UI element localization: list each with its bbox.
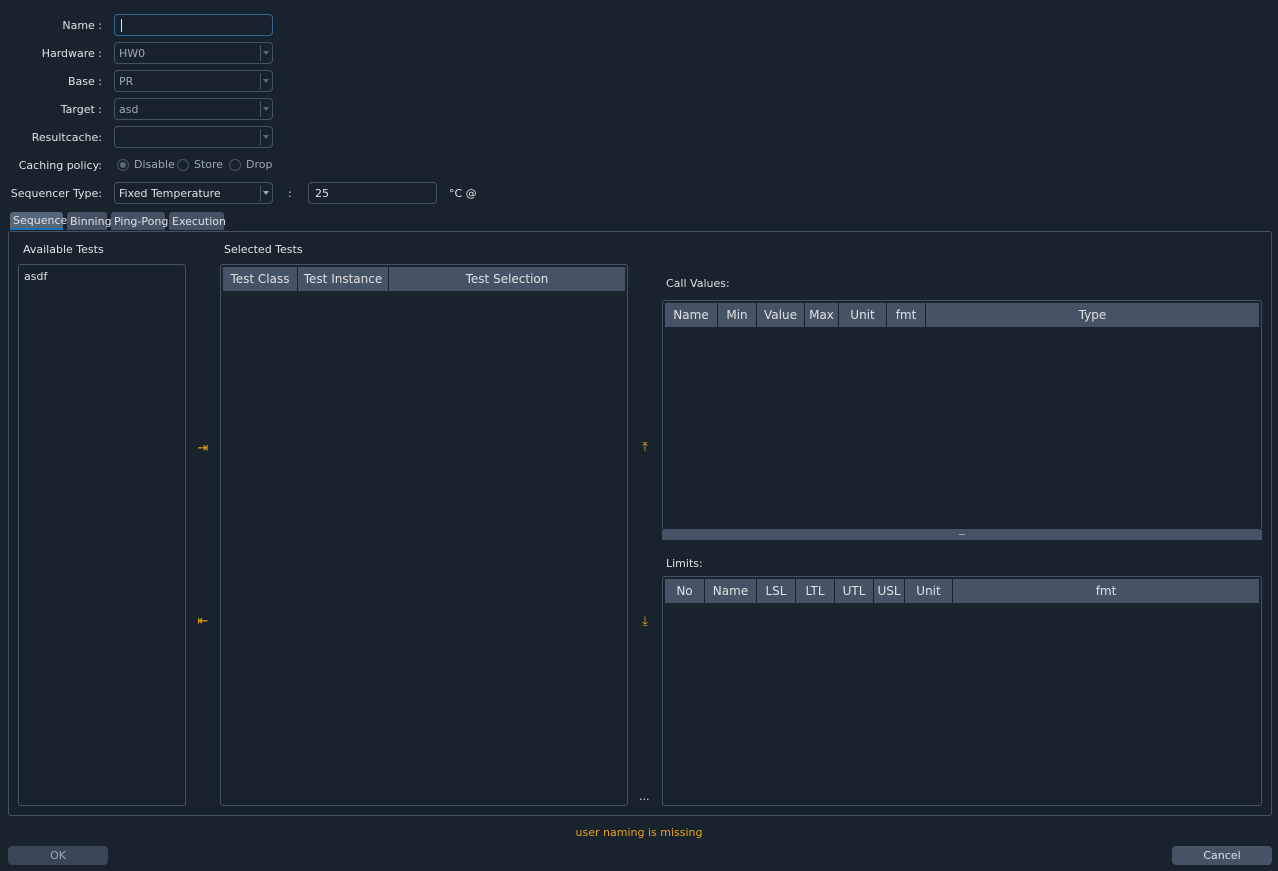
column-header[interactable]: fmt [887, 303, 926, 327]
radio-label: Disable [134, 158, 175, 171]
column-header[interactable]: Value [757, 303, 805, 327]
status-message: user naming is missing [575, 826, 703, 839]
radio-label: Store [194, 158, 224, 171]
selected-tests-header: Test Class Test Instance Test Selection [223, 267, 625, 291]
radio-indicator [229, 158, 241, 171]
column-header[interactable]: Name [665, 303, 718, 327]
column-header[interactable]: LTL [796, 579, 835, 603]
column-header[interactable]: fmt [953, 579, 1259, 603]
radio-indicator [117, 158, 129, 171]
chevron-down-icon [260, 101, 272, 117]
call-values-title: Call Values: [666, 277, 730, 290]
tab-binning[interactable]: Binning [67, 212, 112, 230]
base-value: PR [119, 75, 134, 88]
column-header[interactable]: Test Selection [389, 267, 625, 291]
sequencer-type-label: Sequencer Type: [10, 187, 102, 200]
target-value: asd [119, 103, 139, 116]
column-header[interactable]: Test Class [223, 267, 298, 291]
text-caret [121, 19, 122, 32]
caching-radio-store[interactable]: Store [177, 158, 223, 171]
splitter-handle[interactable] [662, 530, 1262, 540]
move-to-top-icon[interactable]: ⤒ [638, 440, 652, 455]
tab-sequence[interactable]: Sequence [10, 212, 67, 230]
column-header[interactable]: Type [926, 303, 1259, 327]
chevron-down-icon [260, 73, 272, 89]
column-header[interactable]: Name [705, 579, 757, 603]
add-test-arrow-icon[interactable]: ⇥ [196, 441, 210, 456]
tab-execution[interactable]: Execution [169, 212, 226, 230]
remove-test-arrow-icon[interactable]: ⇤ [196, 614, 210, 629]
tab-ping-pong[interactable]: Ping-Pong [111, 212, 168, 230]
resultcache-combo[interactable] [114, 126, 273, 148]
temperature-input[interactable]: 25 [308, 182, 437, 204]
available-tests-title: Available Tests [23, 243, 104, 256]
column-header[interactable]: UTL [835, 579, 874, 603]
column-header[interactable]: Min [718, 303, 757, 327]
radio-indicator [177, 158, 189, 171]
radio-label: Drop [246, 158, 273, 171]
call-values-table[interactable]: Name Min Value Max Unit fmt Type [662, 300, 1262, 530]
name-label: Name : [62, 19, 102, 32]
target-label: Target : [60, 103, 102, 116]
available-tests-list[interactable]: asdf [18, 264, 186, 806]
sequencer-type-value: Fixed Temperature [119, 187, 221, 200]
selected-tests-title: Selected Tests [224, 243, 303, 256]
chevron-down-icon [260, 129, 272, 145]
column-header[interactable]: No [665, 579, 705, 603]
ok-button[interactable]: OK [8, 846, 108, 865]
caching-policy-label: Caching policy: [18, 159, 102, 172]
move-to-bottom-icon[interactable]: ⤓ [638, 614, 652, 629]
column-header[interactable]: Test Instance [298, 267, 389, 291]
column-header[interactable]: Unit [839, 303, 887, 327]
column-header[interactable]: Unit [905, 579, 953, 603]
base-label: Base : [68, 75, 102, 88]
limits-table[interactable]: No Name LSL LTL UTL USL Unit fmt [662, 576, 1262, 806]
selected-tests-table[interactable]: Test Class Test Instance Test Selection [220, 264, 628, 806]
limits-header: No Name LSL LTL UTL USL Unit fmt [665, 579, 1259, 603]
hardware-combo[interactable]: HW0 [114, 42, 273, 64]
hardware-value: HW0 [119, 47, 146, 60]
base-combo[interactable]: PR [114, 70, 273, 92]
caching-radio-disable[interactable]: Disable [117, 158, 175, 171]
target-combo[interactable]: asd [114, 98, 273, 120]
caching-radio-drop[interactable]: Drop [229, 158, 272, 171]
hardware-label: Hardware : [41, 47, 102, 60]
call-values-header: Name Min Value Max Unit fmt Type [665, 303, 1259, 327]
temperature-unit: °C @ [449, 187, 477, 200]
column-header[interactable]: LSL [757, 579, 796, 603]
list-item[interactable]: asdf [24, 270, 47, 283]
chevron-down-icon [260, 185, 272, 201]
splitter-grip-icon [959, 534, 965, 535]
sequencer-type-combo[interactable]: Fixed Temperature [114, 182, 273, 204]
temperature-value: 25 [315, 187, 329, 200]
column-header[interactable]: USL [874, 579, 905, 603]
name-input[interactable] [114, 14, 273, 36]
cancel-button[interactable]: Cancel [1172, 846, 1272, 865]
resultcache-label: Resultcache: [31, 131, 102, 144]
more-button[interactable]: ... [639, 790, 650, 803]
chevron-down-icon [260, 45, 272, 61]
limits-title: Limits: [666, 557, 703, 570]
sequencer-colon: : [288, 187, 292, 200]
column-header[interactable]: Max [805, 303, 839, 327]
